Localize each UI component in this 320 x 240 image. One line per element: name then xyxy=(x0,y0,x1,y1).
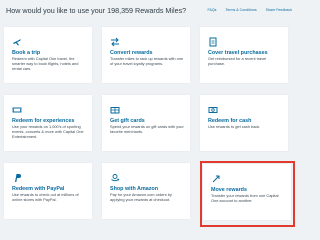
card-redeem-with-paypal[interactable]: Redeem with PayPal Use rewards to check … xyxy=(4,163,92,219)
card-shop-with-amazon[interactable]: Shop with Amazon Pay for your Amazon.com… xyxy=(102,163,190,219)
move-rewards-icon xyxy=(211,174,221,184)
receipt-icon xyxy=(208,37,218,47)
card-description: Transfer your rewards from one Capital O… xyxy=(211,193,279,203)
card-description: Transfer miles to rack up rewards with o… xyxy=(110,56,184,66)
airplane-icon xyxy=(12,37,22,47)
gift-card-icon xyxy=(110,105,120,115)
card-description: Use your rewards on 1,000's of sporting … xyxy=(12,124,84,139)
card-description: Use rewards to check out at millions of … xyxy=(12,192,79,202)
cash-icon xyxy=(208,105,218,115)
page-header: How would you like to use your 198,359 R… xyxy=(0,0,300,24)
card-description: Redeem with Capital One travel, the smar… xyxy=(12,56,79,71)
paypal-icon xyxy=(12,173,22,183)
card-move-rewards[interactable]: Move rewards Transfer your rewards from … xyxy=(203,164,291,220)
terms-link[interactable]: Terms & Conditions xyxy=(225,8,256,12)
card-book-a-trip[interactable]: Book a trip Redeem with Capital One trav… xyxy=(4,27,92,83)
card-redeem-for-experiences[interactable]: Redeem for experiences Use your rewards … xyxy=(4,95,92,151)
card-description: Get reimbursed for a recent travel purch… xyxy=(208,56,267,66)
faqs-link[interactable]: FAQs xyxy=(207,8,216,12)
header-links: FAQs Terms & Conditions Share Feedback xyxy=(199,8,292,12)
card-description: Spend your rewards on gift cards with yo… xyxy=(110,124,184,134)
card-get-gift-cards[interactable]: Get gift cards Spend your rewards on gif… xyxy=(102,95,190,151)
card-description: Pay for your Amazon.com orders by applyi… xyxy=(110,192,172,202)
amazon-icon xyxy=(110,173,120,183)
card-cover-travel-purchases[interactable]: Cover travel purchases Get reimbursed fo… xyxy=(200,27,288,83)
card-redeem-for-cash[interactable]: Redeem for cash Use rewards to get cash … xyxy=(200,95,288,151)
rewards-options-grid: Book a trip Redeem with Capital One trav… xyxy=(0,24,300,229)
ticket-icon xyxy=(12,105,22,115)
card-convert-rewards[interactable]: Convert rewards Transfer miles to rack u… xyxy=(102,27,190,83)
card-description: Use rewards to get cash back. xyxy=(208,124,261,129)
transfer-arrows-icon xyxy=(110,37,120,47)
feedback-link[interactable]: Share Feedback xyxy=(266,8,292,12)
page-title: How would you like to use your 198,359 R… xyxy=(6,6,187,15)
